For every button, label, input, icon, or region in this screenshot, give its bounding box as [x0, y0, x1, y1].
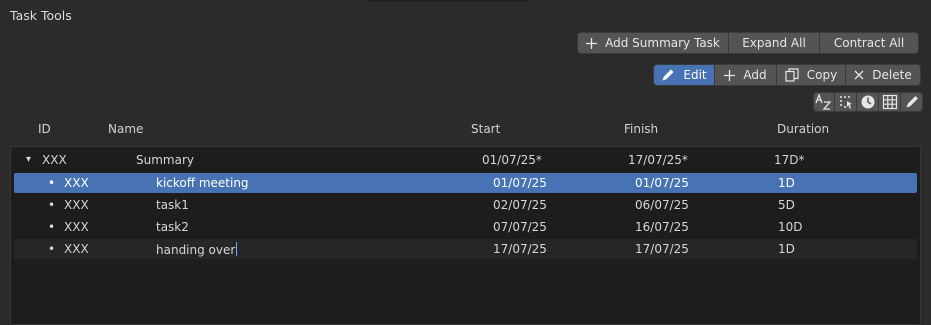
task-start: 07/07/25 — [493, 220, 547, 234]
clock-icon — [861, 95, 874, 109]
row-bullet-icon: • — [48, 242, 56, 256]
task-finish: 17/07/25* — [628, 153, 688, 167]
panel-header-notch — [367, 0, 529, 2]
plus-icon — [586, 37, 598, 49]
task-id: XXX — [42, 153, 67, 167]
task-start: 02/07/25 — [493, 198, 547, 212]
pencil-icon — [661, 68, 675, 82]
expand-toggle-icon[interactable]: ▾ — [26, 154, 31, 165]
task-id: XXX — [64, 220, 89, 234]
table-row[interactable]: ▾ XXX Summary 01/07/25* 17/07/25* 17D* — [14, 150, 917, 170]
task-finish: 17/07/25 — [635, 242, 689, 256]
table-row[interactable]: • XXX kickoff meeting 01/07/25 01/07/25 … — [14, 173, 917, 193]
delete-task-button[interactable]: Delete — [846, 64, 921, 86]
table-row[interactable]: • XXX task1 02/07/25 06/07/25 5D — [14, 195, 917, 215]
contract-all-label: Contract All — [833, 36, 905, 50]
row-bullet-icon: • — [48, 198, 56, 212]
task-duration: 1D — [778, 176, 795, 190]
task-name: task1 — [156, 198, 189, 212]
grid-view-button[interactable] — [879, 92, 901, 112]
task-duration: 10D — [778, 220, 803, 234]
summary-toolbar: Add Summary Task Expand All Contract All — [577, 32, 919, 54]
column-header-id[interactable]: ID — [38, 122, 51, 136]
task-finish: 06/07/25 — [635, 198, 689, 212]
select-pattern-button[interactable] — [835, 92, 857, 112]
task-name: handing over — [156, 243, 236, 257]
row-bullet-icon: • — [48, 220, 56, 234]
add-summary-task-button[interactable]: Add Summary Task — [577, 32, 729, 54]
panel-title: Task Tools — [10, 8, 72, 23]
grid-icon — [882, 94, 897, 110]
delete-label: Delete — [872, 68, 912, 82]
task-name: Summary — [136, 153, 194, 167]
list-tools-toolbar — [813, 92, 923, 112]
edit-button[interactable]: Edit — [653, 64, 715, 86]
text-cursor — [236, 242, 238, 256]
task-id: XXX — [64, 198, 89, 212]
task-duration: 17D* — [774, 153, 805, 167]
column-header-start[interactable]: Start — [471, 122, 500, 136]
expand-all-label: Expand All — [742, 36, 806, 50]
task-duration: 1D — [778, 242, 795, 256]
copy-label: Copy — [806, 68, 838, 82]
copy-task-button[interactable]: Copy — [777, 64, 846, 86]
edit-label: Edit — [683, 68, 707, 82]
column-header-name[interactable]: Name — [108, 122, 143, 136]
task-name: kickoff meeting — [156, 176, 249, 190]
task-start: 01/07/25 — [493, 176, 547, 190]
expand-all-button[interactable]: Expand All — [729, 32, 820, 54]
close-icon — [854, 70, 864, 80]
pencil-icon — [906, 96, 918, 108]
task-start: 01/07/25* — [482, 153, 542, 167]
task-finish: 01/07/25 — [635, 176, 689, 190]
contract-all-button[interactable]: Contract All — [820, 32, 919, 54]
sort-alpha-button[interactable] — [813, 92, 835, 112]
task-edit-toolbar: Edit Add Copy Delete — [653, 64, 921, 86]
table-row[interactable]: • XXX handing over 17/07/25 17/07/25 1D — [14, 239, 917, 259]
plus-icon — [724, 69, 736, 81]
column-header-finish[interactable]: Finish — [624, 122, 658, 136]
task-duration: 5D — [778, 198, 795, 212]
add-label: Add — [743, 68, 767, 82]
column-header-duration[interactable]: Duration — [777, 122, 829, 136]
table-row[interactable]: • XXX task2 07/07/25 16/07/25 10D — [14, 217, 917, 237]
task-id: XXX — [64, 176, 89, 190]
task-finish: 16/07/25 — [635, 220, 689, 234]
schedule-button[interactable] — [857, 92, 879, 112]
task-name: task2 — [156, 220, 189, 234]
row-bullet-icon: • — [48, 176, 56, 190]
copy-icon — [785, 68, 799, 82]
add-task-button[interactable]: Add — [715, 64, 777, 86]
task-name-editing[interactable]: handing over — [156, 242, 238, 257]
edit-column-button[interactable] — [901, 92, 923, 112]
task-start: 17/07/25 — [493, 242, 547, 256]
task-id: XXX — [64, 242, 89, 256]
select-dots-icon — [839, 96, 852, 109]
add-summary-task-label: Add Summary Task — [605, 36, 720, 50]
sort-alpha-icon — [815, 94, 832, 110]
